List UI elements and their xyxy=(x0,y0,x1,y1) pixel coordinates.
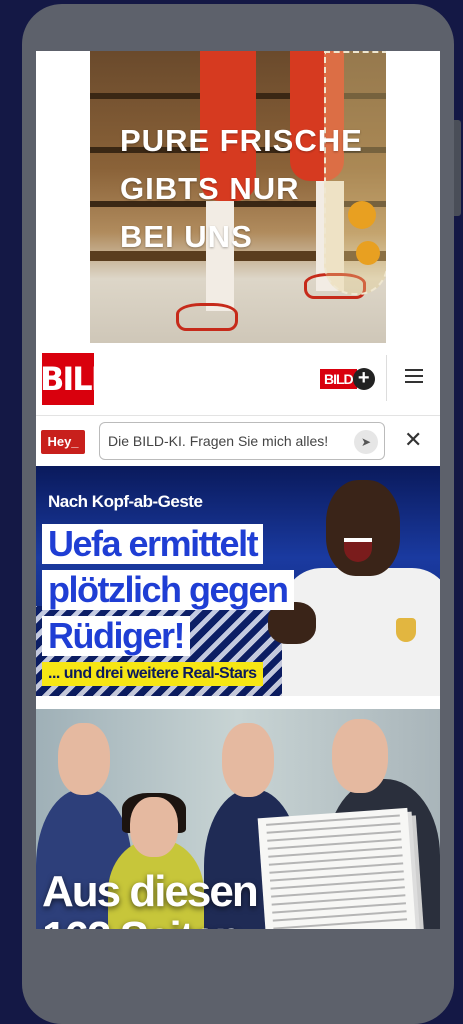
document-image xyxy=(257,807,417,929)
menu-icon[interactable] xyxy=(405,369,423,385)
ad-headline-line: PURE FRISCHE xyxy=(120,123,363,158)
header-divider xyxy=(386,355,387,401)
ad-headline-line: BEI UNS xyxy=(120,219,253,254)
advertisement[interactable]: PURE FRISCHE GIBTS NUR BEI UNS xyxy=(36,51,440,343)
article-headline-line: Rüdiger! xyxy=(42,616,190,656)
article-teaser-ruediger[interactable]: Nach Kopf-ab-Geste Uefa ermittelt plötzl… xyxy=(36,466,440,696)
bildplus-label: BILD xyxy=(320,369,357,389)
ai-assistant-bar: Hey_ ➤ ✕ xyxy=(36,416,440,466)
ai-search-input[interactable] xyxy=(108,431,344,451)
bild-logo[interactable]: BILD xyxy=(40,351,117,407)
device-side-button xyxy=(454,120,461,216)
article-teaser-politics[interactable]: Aus diesen 162 Seiten xyxy=(36,709,440,929)
close-icon[interactable]: ✕ xyxy=(404,428,422,452)
ai-search-field[interactable]: ➤ xyxy=(99,422,385,460)
article-subline: ... und drei weitere Real-Stars xyxy=(42,662,263,686)
ad-headline: PURE FRISCHE GIBTS NUR BEI UNS xyxy=(120,117,363,261)
send-icon[interactable]: ➤ xyxy=(354,430,378,454)
article-headline-line: 162 Seiten xyxy=(42,915,257,930)
article-kicker: Nach Kopf-ab-Geste xyxy=(48,492,203,511)
article-headline-line: Aus diesen xyxy=(42,867,259,916)
article-headline: Aus diesen 162 Seiten xyxy=(42,867,259,930)
ad-headline-line: GIBTS NUR xyxy=(120,171,300,206)
site-header: BILD BILD + xyxy=(36,343,440,416)
ad-image: PURE FRISCHE GIBTS NUR BEI UNS xyxy=(90,51,386,343)
article-headline-line: Uefa ermittelt xyxy=(42,524,264,564)
browser-viewport: PURE FRISCHE GIBTS NUR BEI UNS BILD BILD… xyxy=(36,51,440,929)
plus-icon: + xyxy=(352,368,375,390)
bildplus-button[interactable]: BILD + xyxy=(320,368,375,390)
article-photo xyxy=(268,472,440,696)
hey-badge: Hey_ xyxy=(41,430,85,454)
article-headline-line: plötzlich gegen xyxy=(42,570,294,610)
